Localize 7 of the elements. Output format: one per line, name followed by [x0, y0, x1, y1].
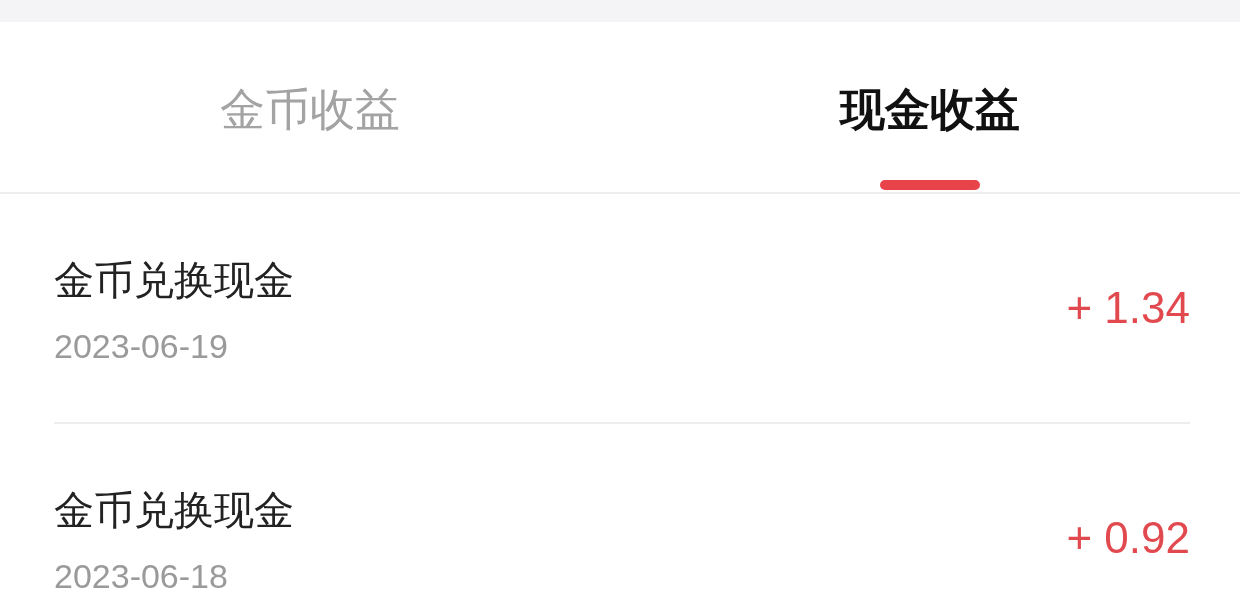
record-amount: + 1.34 [1066, 282, 1190, 334]
record-date: 2023-06-19 [54, 326, 229, 367]
record-title: 金币兑换现金 [54, 487, 294, 534]
record-amount: + 0.92 [1066, 512, 1190, 564]
record-date: 2023-06-18 [54, 556, 229, 597]
record-title: 金币兑换现金 [54, 257, 294, 304]
tab[interactable]: 现金收益 [840, 78, 1020, 142]
